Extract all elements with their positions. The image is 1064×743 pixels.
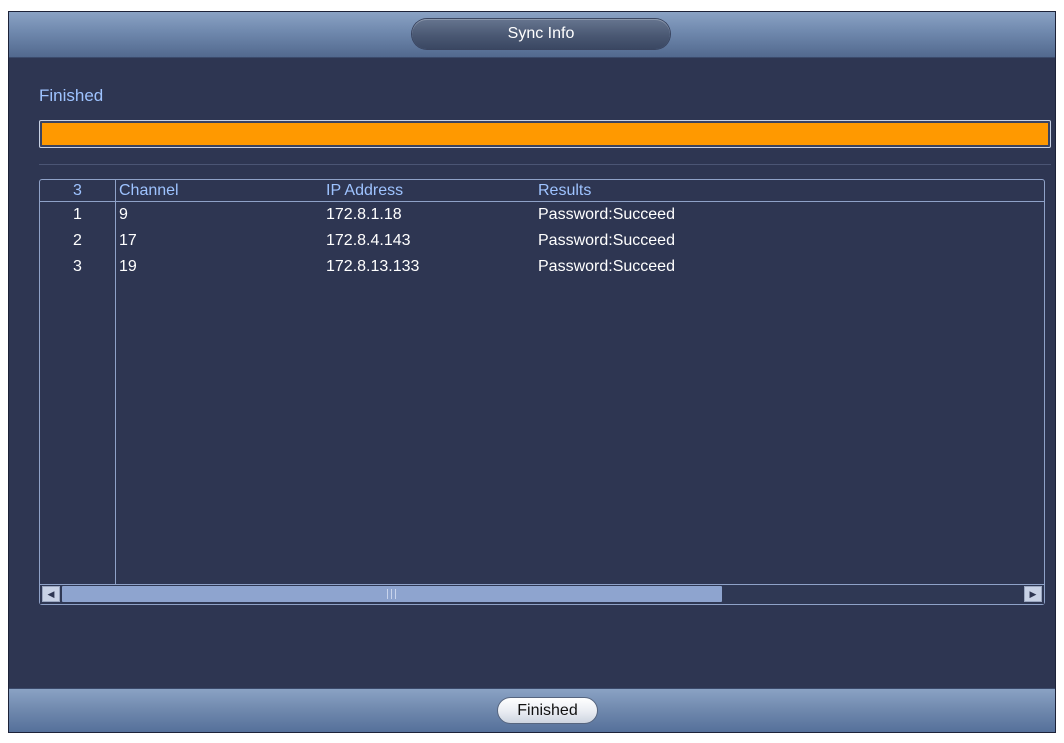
row-result: Password:Succeed [538,206,675,223]
row-result: Password:Succeed [538,258,675,275]
row-index: 3 [73,258,82,275]
row-result: Password:Succeed [538,232,675,249]
header-count[interactable]: 3 [40,180,115,202]
table-row[interactable]: 2 17 172.8.4.143 Password:Succeed [40,228,1044,254]
row-ip-address: 172.8.13.133 [326,258,420,275]
arrow-left-icon[interactable]: ◀ [42,586,60,602]
table-row[interactable]: 1 9 172.8.1.18 Password:Succeed [40,202,1044,228]
table-header: 3 Channel IP Address Results [40,180,1044,202]
grip-icon [387,589,396,599]
row-channel: 19 [119,258,137,275]
horizontal-scrollbar[interactable]: ◀ ▶ [40,584,1044,604]
header-results[interactable]: Results [538,180,591,202]
footer-bar: Finished [9,688,1055,732]
header-channel[interactable]: Channel [119,180,179,202]
row-channel: 17 [119,232,137,249]
finished-button[interactable]: Finished [497,697,598,724]
dialog-title: Sync Info [412,19,670,49]
divider [39,164,1051,165]
title-bar: Sync Info [9,12,1055,58]
row-ip-address: 172.8.1.18 [326,206,402,223]
header-ip-address[interactable]: IP Address [326,180,403,202]
arrow-right-icon[interactable]: ▶ [1024,586,1042,602]
sync-progress-bar [39,120,1051,148]
row-ip-address: 172.8.4.143 [326,232,411,249]
sync-info-dialog: Sync Info Finished 3 Channel IP Address … [8,11,1056,733]
sync-progress-fill [42,123,1048,145]
row-index: 1 [73,206,82,223]
table-row[interactable]: 3 19 172.8.13.133 Password:Succeed [40,254,1044,280]
scrollbar-thumb[interactable] [62,586,722,602]
sync-results-table: 3 Channel IP Address Results 1 9 172.8.1… [39,179,1045,605]
row-channel: 9 [119,206,128,223]
row-index: 2 [73,232,82,249]
sync-status-label: Finished [39,86,104,105]
